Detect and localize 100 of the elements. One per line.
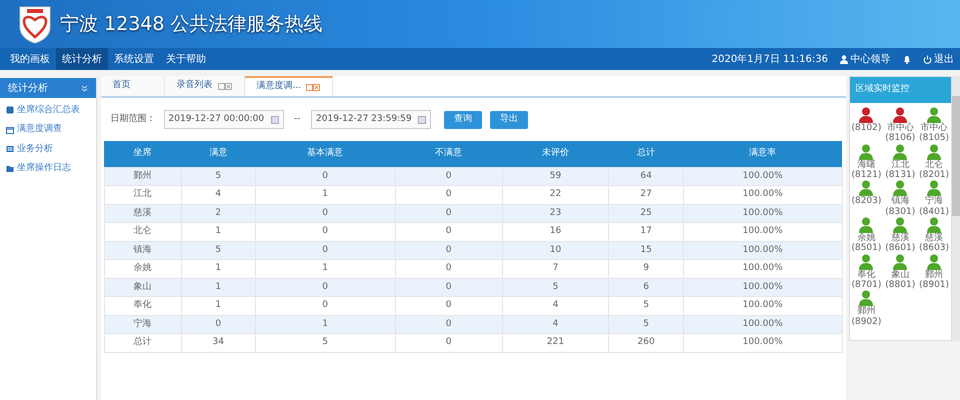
table-cell: 23	[502, 204, 609, 222]
date-range-label: 日期范围：	[110, 112, 156, 126]
table-cell: 64	[608, 167, 684, 186]
date-time: 2020年1月7日 11:16:36	[712, 52, 828, 66]
sidebar-item[interactable]: 业务分析	[0, 140, 96, 159]
tab[interactable]: 满意度调...	[244, 76, 334, 96]
calendar-icon[interactable]	[418, 116, 426, 124]
table-cell: 慈溪	[104, 204, 182, 222]
table-cell: 0	[395, 204, 502, 222]
agent-name: 鄞州	[857, 306, 876, 317]
table-cell: 0	[255, 278, 396, 296]
agent-name: 北仑	[925, 160, 944, 170]
table-cell: 2	[181, 204, 256, 222]
sidebar-item[interactable]: 满意度调查	[0, 120, 96, 140]
table-cell: 1	[181, 260, 256, 278]
agent-name: 慈溪	[891, 233, 910, 244]
agent-code: (8603)	[919, 243, 950, 254]
column-header: 满意	[181, 141, 256, 167]
table-cell: 100.00%	[683, 204, 842, 222]
logout-link[interactable]: 退出	[934, 52, 954, 66]
column-header: 满意率	[683, 141, 842, 167]
agent-name: 海曙	[857, 160, 876, 170]
sidebar-item[interactable]: 坐席操作日志	[0, 159, 96, 178]
user-name[interactable]: 中心领导	[850, 52, 890, 66]
table-cell: 5	[502, 278, 609, 296]
calendar-icon[interactable]	[270, 116, 279, 124]
agent-code: (8901)	[919, 280, 950, 290]
agent-code: (8201)	[919, 170, 950, 180]
table-cell: 100.00%	[683, 278, 842, 296]
column-header: 总计	[608, 141, 684, 167]
menu-item[interactable]: 我的画板	[4, 48, 56, 70]
table-cell: 5	[608, 296, 684, 315]
agent-name: 奉化	[857, 270, 876, 280]
table-cell: 奉化	[104, 296, 182, 315]
agent-code: (8601)	[885, 243, 916, 254]
table-cell: 0	[395, 278, 502, 296]
table-cell: 4	[181, 186, 256, 204]
table-cell: 0	[395, 241, 502, 260]
agent-name: 象山	[891, 270, 910, 280]
agent-code: (8801)	[885, 280, 916, 290]
table-cell: 余姚	[104, 260, 182, 278]
table-cell: 4	[502, 296, 609, 315]
table-cell: 25	[608, 204, 684, 222]
close-icon[interactable]	[218, 82, 232, 90]
agent-code: (8102)	[851, 123, 882, 134]
agent-name: 江北	[891, 160, 910, 170]
logo-icon	[18, 4, 52, 44]
tab[interactable]: 首页	[100, 76, 165, 96]
tab[interactable]: 录音列表	[164, 76, 245, 96]
close-icon[interactable]	[306, 84, 320, 90]
table-cell: 象山	[104, 278, 182, 296]
menu-item[interactable]: 系统设置	[108, 48, 160, 70]
table-cell: 17	[608, 222, 684, 241]
agent-name: 余姚	[857, 233, 876, 244]
column-header: 基本满意	[255, 141, 396, 167]
table-cell: 15	[608, 241, 684, 260]
sidebar-item[interactable]: 坐席综合汇总表	[0, 100, 96, 120]
table-cell: 1	[255, 186, 396, 204]
agent-name: 镇海	[891, 196, 910, 207]
agent-code: (8203)	[851, 196, 882, 207]
table-cell: 22	[502, 186, 609, 204]
panel-header: 区域实时监控	[850, 77, 951, 103]
table-cell: 5	[181, 167, 256, 186]
table-cell: 27	[608, 186, 684, 204]
table-cell: 0	[395, 222, 502, 241]
export-button[interactable]: 导出	[490, 110, 528, 128]
agent-name: 宁海	[925, 196, 944, 207]
agent-code: (8501)	[851, 243, 882, 254]
bell-icon[interactable]	[902, 54, 910, 64]
agent-name: 鄞州	[925, 270, 944, 280]
date-field[interactable]: 2019-12-27 23:59:59	[311, 110, 432, 129]
table-cell: 0	[181, 315, 256, 334]
table-cell: 0	[395, 260, 502, 278]
menu-item[interactable]: 统计分析	[56, 48, 108, 70]
separator: --	[293, 112, 302, 126]
table-cell: 100.00%	[683, 167, 842, 186]
column-header: 未评价	[502, 141, 609, 167]
user-icon	[840, 54, 848, 64]
agent-code: (8401)	[919, 206, 950, 218]
table-cell: 0	[255, 167, 396, 186]
table-cell: 0	[395, 315, 502, 334]
table-cell: 北仑	[104, 222, 182, 241]
table-cell: 总计	[104, 334, 182, 352]
table-cell: 100.00%	[683, 315, 842, 334]
table-cell: 0	[395, 186, 502, 204]
sidebar-header[interactable]: 统计分析	[0, 78, 96, 98]
menu-item[interactable]: 关于帮助	[160, 48, 212, 70]
agent-code: (8701)	[851, 280, 882, 290]
agent-name: 市中心	[886, 123, 914, 133]
scrollbar[interactable]	[952, 76, 960, 341]
table-cell: 镇海	[104, 241, 182, 260]
agent-code: (8106)	[885, 133, 916, 144]
date-field[interactable]: 2019-12-27 00:00:00	[164, 110, 284, 129]
table-cell: 5	[181, 241, 256, 260]
folder-icon	[6, 164, 14, 173]
table-cell: 0	[255, 204, 396, 222]
query-button[interactable]: 查询	[444, 110, 482, 128]
table-cell: 100.00%	[683, 241, 842, 260]
agent-code: (8105)	[919, 133, 950, 144]
square-icon	[6, 106, 14, 114]
